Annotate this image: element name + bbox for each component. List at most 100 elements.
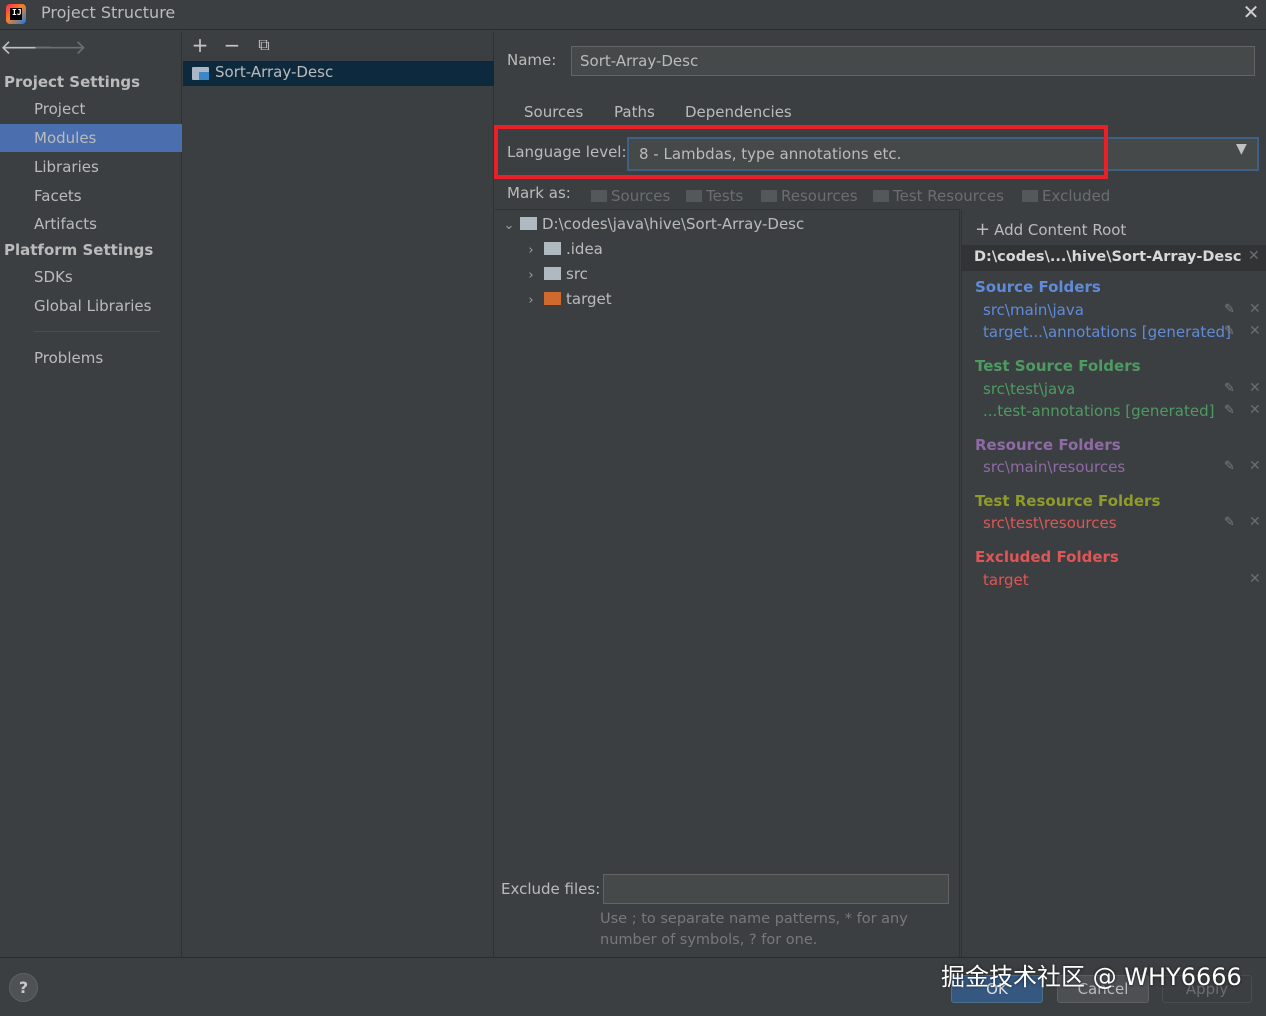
sidebar-divider — [34, 331, 160, 332]
chevron-right-icon[interactable]: › — [524, 289, 538, 313]
tests-folder-icon — [686, 190, 702, 202]
watermark: 掘金技术社区 @ WHY6666 — [941, 963, 1242, 991]
tree-row-idea[interactable]: › .idea — [524, 237, 603, 261]
sidebar-item-global-libraries[interactable]: Global Libraries — [0, 292, 182, 320]
resource-folder-item[interactable]: src\main\resources — [983, 458, 1125, 476]
title-bar: IJ Project Structure ✕ — [0, 0, 1266, 30]
remove-folder-icon[interactable]: ✕ — [1249, 402, 1261, 418]
mark-as-excluded-label: Excluded — [1042, 187, 1111, 205]
sidebar-item-facets[interactable]: Facets — [0, 182, 182, 210]
sidebar-item-artifacts[interactable]: Artifacts — [0, 210, 182, 238]
excluded-folder-icon — [1022, 190, 1038, 202]
test-resource-folder-item[interactable]: src\test\resources — [983, 514, 1117, 532]
module-name-input[interactable] — [571, 46, 1255, 76]
chevron-right-icon[interactable]: › — [524, 264, 538, 288]
module-label: Sort-Array-Desc — [215, 63, 334, 81]
test-source-folder-item[interactable]: ...test-annotations [generated] — [983, 402, 1214, 420]
resource-folders-title: Resource Folders — [975, 436, 1121, 454]
content-roots-panel: + Add Content Root D:\codes\...\hive\Sort… — [961, 210, 1266, 957]
mark-as-sources[interactable]: Sources — [591, 187, 670, 205]
test-resources-folder-icon — [873, 190, 889, 202]
sidebar-item-libraries[interactable]: Libraries — [0, 153, 182, 181]
test-resource-folders-title: Test Resource Folders — [975, 492, 1161, 510]
mark-as-sources-label: Sources — [611, 187, 671, 205]
exclude-files-label: Exclude files: — [501, 880, 601, 898]
forward-arrow-icon[interactable]: 🡒 — [33, 35, 87, 59]
edit-pencil-icon[interactable]: ✎ — [1224, 381, 1235, 396]
mark-as-label: Mark as: — [507, 184, 571, 202]
folder-icon — [544, 267, 561, 280]
tree-target-label: target — [566, 290, 612, 308]
edit-pencil-icon[interactable]: ✎ — [1224, 459, 1235, 474]
module-list-item[interactable]: Sort-Array-Desc — [183, 61, 494, 86]
help-button[interactable]: ? — [9, 973, 38, 1002]
add-module-button[interactable]: + — [188, 33, 212, 57]
tree-src-label: src — [566, 265, 588, 283]
sidebar-item-project[interactable]: Project — [0, 95, 182, 123]
chevron-down-icon[interactable]: ⌄ — [502, 214, 516, 238]
exclude-files-hint: Use ; to separate name patterns, * for a… — [600, 911, 908, 948]
source-folder-item[interactable]: target...\annotations [generated] — [983, 323, 1231, 341]
folder-icon — [544, 242, 561, 255]
mark-as-test-resources-label: Test Resources — [893, 187, 1004, 205]
edit-pencil-icon[interactable]: ✎ — [1224, 324, 1235, 339]
edit-pencil-icon[interactable]: ✎ — [1224, 302, 1235, 317]
remove-root-icon[interactable]: ✕ — [1248, 248, 1260, 264]
excluded-folder-item[interactable]: target — [983, 571, 1029, 589]
remove-folder-icon[interactable]: ✕ — [1249, 571, 1261, 587]
remove-module-button[interactable]: − — [220, 33, 244, 57]
folder-icon — [520, 217, 537, 230]
dropdown-arrow-icon[interactable]: ▼ — [1236, 141, 1247, 157]
window-title: Project Structure — [41, 3, 176, 22]
settings-sidebar: 🡐 🡒 Project Settings Project Modules Lib… — [0, 31, 182, 957]
remove-folder-icon[interactable]: ✕ — [1249, 323, 1261, 339]
copy-module-icon[interactable]: ⧉ — [252, 35, 276, 55]
plus-icon: + — [975, 219, 991, 240]
name-label: Name: — [507, 51, 557, 69]
test-source-folder-item[interactable]: src\test\java — [983, 380, 1075, 398]
red-highlight-box — [494, 125, 1108, 179]
excluded-folders-title: Excluded Folders — [975, 548, 1119, 566]
resources-folder-icon — [761, 190, 777, 202]
content-root-path: D:\codes\...\hive\Sort-Array-Desc — [974, 249, 1242, 265]
chevron-right-icon[interactable]: › — [524, 239, 538, 263]
tree-row-root[interactable]: ⌄ D:\codes\java\hive\Sort-Array-Desc — [502, 212, 805, 238]
source-folder-item[interactable]: src\main\java — [983, 301, 1084, 319]
source-folders-title: Source Folders — [975, 278, 1101, 296]
folder-tree: ⌄ D:\codes\java\hive\Sort-Array-Desc › .id… — [495, 209, 960, 957]
section-platform-settings: Platform Settings — [4, 241, 154, 259]
excluded-folder-icon — [544, 292, 561, 305]
add-content-root-button[interactable]: + Add Content Root — [975, 219, 1126, 240]
module-folder-icon — [192, 67, 209, 80]
mark-as-excluded[interactable]: Excluded — [1022, 187, 1110, 205]
tab-dependencies[interactable]: Dependencies — [685, 103, 792, 121]
add-content-root-label: Add Content Root — [994, 221, 1127, 239]
exclude-files-input[interactable] — [603, 874, 949, 904]
mark-as-resources-label: Resources — [781, 187, 858, 205]
mark-as-resources[interactable]: Resources — [761, 187, 858, 205]
sidebar-item-sdks[interactable]: SDKs — [0, 263, 182, 291]
module-list-panel: + − ⧉ Sort-Array-Desc — [183, 31, 494, 957]
tab-paths[interactable]: Paths — [614, 103, 655, 121]
tab-sources[interactable]: Sources — [524, 103, 583, 121]
section-project-settings: Project Settings — [4, 73, 141, 91]
remove-folder-icon[interactable]: ✕ — [1249, 301, 1261, 317]
edit-pencil-icon[interactable]: ✎ — [1224, 403, 1235, 418]
remove-folder-icon[interactable]: ✕ — [1249, 458, 1261, 474]
content-root-header: D:\codes\...\hive\Sort-Array-Desc ✕ — [962, 245, 1266, 271]
sources-folder-icon — [591, 190, 607, 202]
sidebar-item-modules[interactable]: Modules — [0, 124, 182, 152]
tree-root-label: D:\codes\java\hive\Sort-Array-Desc — [542, 215, 805, 233]
edit-pencil-icon[interactable]: ✎ — [1224, 515, 1235, 530]
mark-as-tests[interactable]: Tests — [686, 187, 743, 205]
mark-as-tests-label: Tests — [706, 187, 744, 205]
intellij-app-icon: IJ — [6, 4, 26, 24]
mark-as-test-resources[interactable]: Test Resources — [873, 187, 1004, 205]
sidebar-item-problems[interactable]: Problems — [0, 344, 182, 372]
close-icon[interactable]: ✕ — [1240, 0, 1262, 24]
remove-folder-icon[interactable]: ✕ — [1249, 380, 1261, 396]
tree-row-src[interactable]: › src — [524, 262, 588, 286]
remove-folder-icon[interactable]: ✕ — [1249, 514, 1261, 530]
tree-idea-label: .idea — [566, 240, 603, 258]
tree-row-target[interactable]: › target — [524, 287, 612, 313]
